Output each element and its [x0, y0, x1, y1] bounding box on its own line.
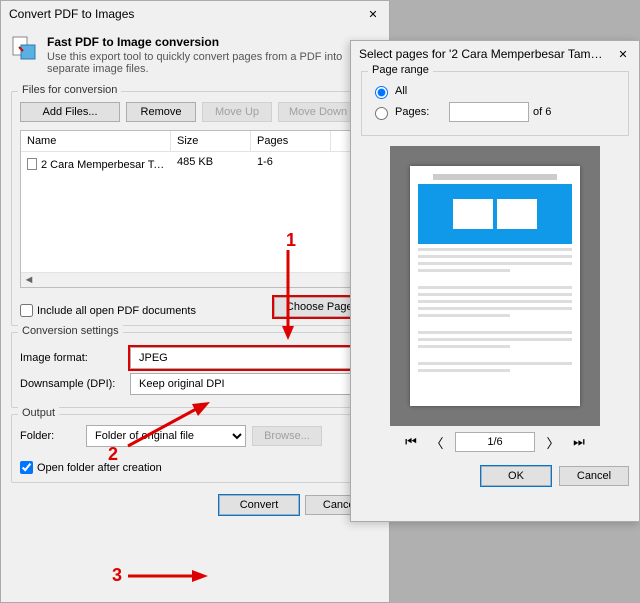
first-page-icon[interactable]: ⏮ [403, 434, 419, 450]
files-group: Files for conversion Add Files... Remove… [11, 91, 379, 326]
dpi-select[interactable]: Keep original DPI [130, 373, 370, 395]
folder-select[interactable]: Folder of original file [86, 425, 246, 447]
page-preview [390, 146, 600, 426]
include-all-checkbox[interactable]: Include all open PDF documents [20, 304, 196, 317]
include-all-input[interactable] [20, 304, 33, 317]
header-heading: Fast PDF to Image conversion [47, 35, 379, 49]
add-files-button[interactable]: Add Files... [20, 102, 120, 122]
window-title: Convert PDF to Images [9, 7, 134, 21]
col-pages[interactable]: Pages [251, 131, 331, 151]
open-after-label: Open folder after creation [37, 462, 162, 474]
pages-radio-label: Pages: [395, 106, 445, 118]
header-desc: Use this export tool to quickly convert … [47, 51, 379, 75]
image-format-label: Image format: [20, 352, 130, 364]
cell-pages: 1-6 [251, 152, 331, 175]
page-range-group: Page range All Pages: of 6 [361, 71, 629, 136]
output-group: Output Folder: Folder of original file B… [11, 414, 379, 483]
select-pages-window: Select pages for '2 Cara Memperbesar Tam… [350, 40, 640, 522]
pages-radio-input[interactable] [375, 107, 388, 120]
header: Fast PDF to Image conversion Use this ex… [1, 27, 389, 85]
output-legend: Output [18, 407, 59, 419]
browse-button[interactable]: Browse... [252, 426, 322, 446]
remove-button[interactable]: Remove [126, 102, 196, 122]
settings-legend: Conversion settings [18, 325, 123, 337]
move-up-button[interactable]: Move Up [202, 102, 272, 122]
scroll-left-icon[interactable]: ◄ [21, 274, 37, 286]
sub-cancel-button[interactable]: Cancel [559, 466, 629, 486]
close-icon[interactable]: ✕ [365, 8, 381, 21]
horizontal-scrollbar[interactable]: ◄ ► [21, 272, 369, 287]
page-thumbnail [410, 166, 580, 406]
include-all-label: Include all open PDF documents [37, 305, 196, 317]
prev-page-icon[interactable]: 〈 [429, 433, 445, 452]
table-header: Name Size Pages [21, 131, 369, 152]
convert-button[interactable]: Convert [219, 495, 299, 515]
pages-input[interactable] [449, 102, 529, 122]
col-size[interactable]: Size [171, 131, 251, 151]
titlebar: Convert PDF to Images ✕ [1, 1, 389, 27]
move-down-button[interactable]: Move Down [278, 102, 358, 122]
pages-of-label: of 6 [533, 106, 551, 118]
sub-window-title: Select pages for '2 Cara Memperbesar Tam… [359, 47, 609, 61]
files-legend: Files for conversion [18, 84, 121, 96]
open-after-checkbox[interactable]: Open folder after creation [20, 461, 370, 474]
convert-pdf-window: Convert PDF to Images ✕ Fast PDF to Imag… [0, 0, 390, 603]
all-radio-label: All [395, 85, 407, 97]
folder-label: Folder: [20, 430, 80, 442]
col-name[interactable]: Name [21, 131, 171, 151]
pdf-to-image-icon [11, 35, 39, 63]
document-icon [27, 158, 37, 170]
page-indicator-input[interactable] [455, 432, 535, 452]
table-row[interactable]: 2 Cara Memperbesar Tampila... 485 KB 1-6 [21, 152, 369, 175]
page-range-legend: Page range [368, 64, 433, 76]
conversion-settings-group: Conversion settings Image format: JPEG D… [11, 332, 379, 408]
cell-name: 2 Cara Memperbesar Tampila... [41, 159, 171, 171]
files-table: Name Size Pages 2 Cara Memperbesar Tampi… [20, 130, 370, 288]
next-page-icon[interactable]: 〉 [545, 433, 561, 452]
cell-size: 485 KB [171, 152, 251, 175]
last-page-icon[interactable]: ⏭ [571, 434, 587, 450]
dpi-label: Downsample (DPI): [20, 378, 130, 390]
all-radio-input[interactable] [375, 86, 388, 99]
pages-radio[interactable]: Pages: of 6 [370, 102, 620, 122]
ok-button[interactable]: OK [481, 466, 551, 486]
page-nav: ⏮ 〈 〉 ⏭ [361, 432, 629, 452]
all-radio[interactable]: All [370, 83, 620, 99]
sub-close-icon[interactable]: ✕ [615, 48, 631, 61]
image-format-select[interactable]: JPEG [130, 347, 370, 369]
open-after-input[interactable] [20, 461, 33, 474]
